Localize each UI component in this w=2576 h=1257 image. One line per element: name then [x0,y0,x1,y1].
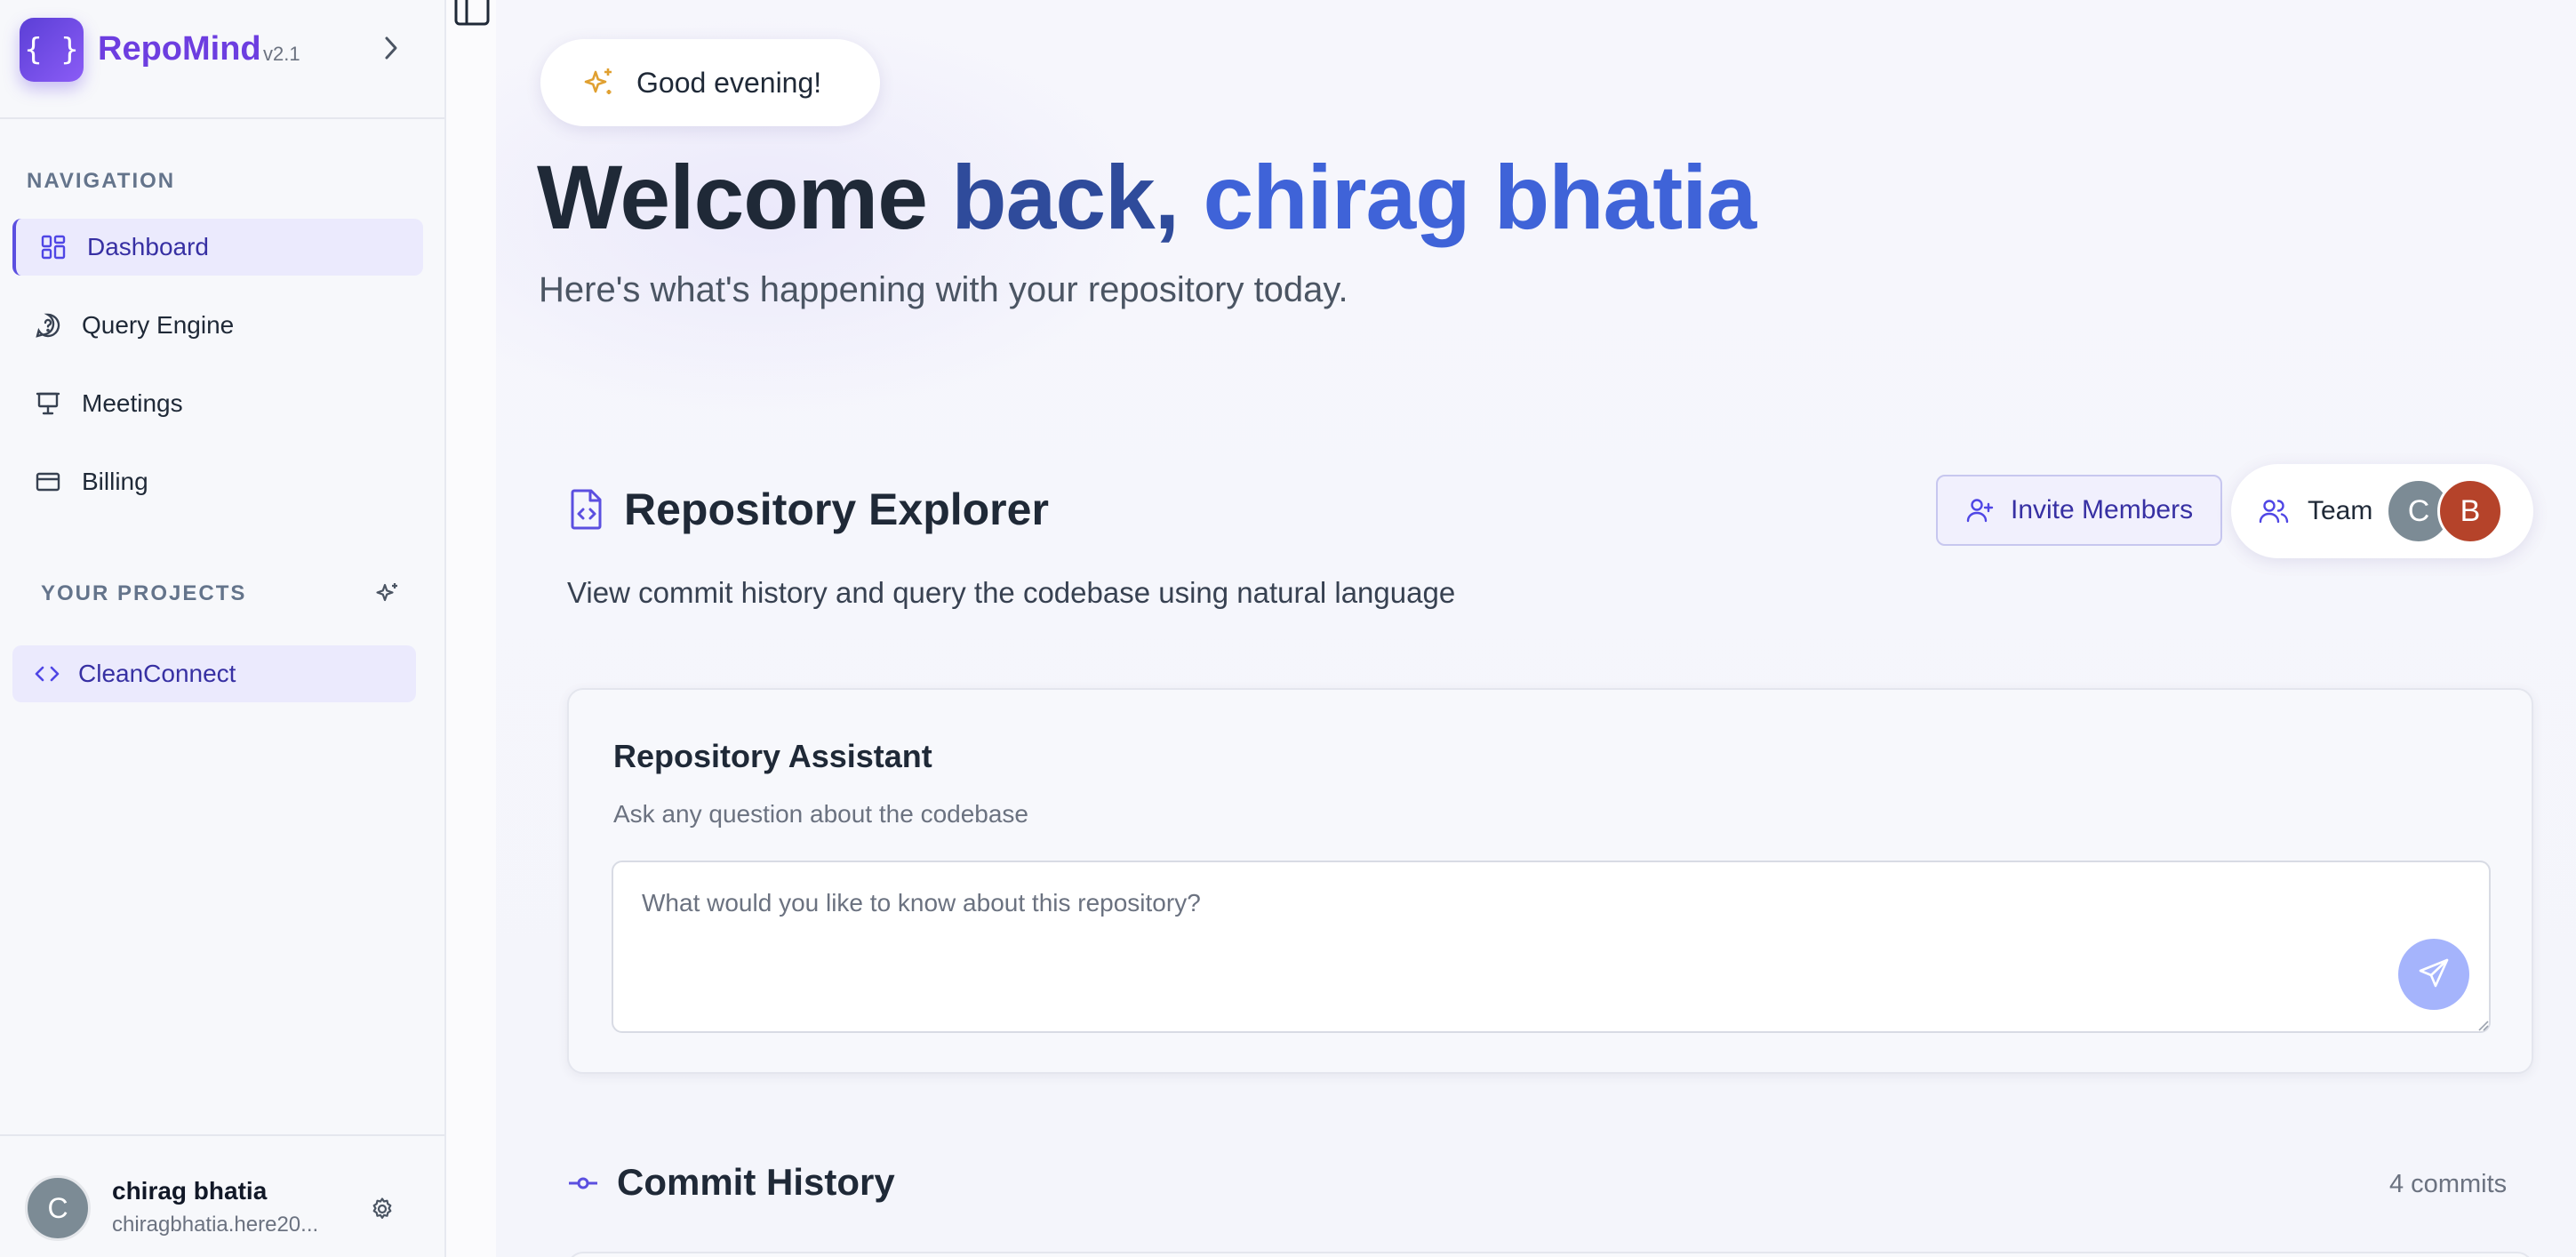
resize-handle-icon[interactable] [2476,1019,2489,1031]
brand-header: { } RepoMind v2.1 [0,0,444,119]
file-code-icon [567,487,606,532]
commit-count-badge: 4 commits [2389,1170,2508,1198]
git-commit-icon [567,1170,599,1197]
section-description: View commit history and query the codeba… [567,576,1456,609]
section-title-commit-history: Commit History [617,1161,895,1203]
page-subtitle: Here's what's happening with your reposi… [539,270,1348,309]
sidebar-item-label: Billing [82,468,148,495]
invite-members-button[interactable]: Invite Members [1936,475,2222,546]
team-label: Team [2308,496,2373,525]
welcome-prefix: Welcome [537,147,952,248]
send-icon [2417,957,2451,993]
app-version: v2.1 [263,43,300,65]
navigation-section-label: NAVIGATION [27,169,176,193]
sidebar-item-label: Query Engine [82,311,235,339]
send-button[interactable] [2398,939,2469,1010]
greeting-badge: Good evening! [540,39,880,126]
team-widget[interactable]: Team C B [2231,464,2533,558]
chevron-right-icon[interactable] [377,32,405,64]
app-logo[interactable]: { } [20,18,84,82]
sparkles-icon [580,64,617,101]
invite-members-label: Invite Members [2011,495,2194,524]
sidebar-item-billing[interactable]: Billing [12,453,423,510]
sidebar: { } RepoMind v2.1 NAVIGATION Dashboard Q… [0,0,446,1257]
welcome-middle: back, [951,147,1204,248]
sidebar-item-label: Dashboard [87,233,209,260]
question-input[interactable] [612,861,2491,1033]
sidebar-item-query-engine[interactable]: Query Engine [12,297,423,354]
sparkles-icon[interactable] [372,578,404,610]
greeting-text: Good evening! [636,66,822,99]
sidebar-toggle-icon[interactable] [453,0,491,27]
team-avatar[interactable]: B [2437,478,2503,544]
assistant-title: Repository Assistant [613,738,932,774]
credit-card-icon [32,466,64,498]
commit-list [567,1252,2533,1257]
assistant-subtitle: Ask any question about the codebase [613,800,1029,828]
sidebar-item-dashboard[interactable]: Dashboard [12,219,423,276]
gear-icon[interactable] [366,1193,398,1225]
sidebar-item-meetings[interactable]: Meetings [12,375,423,432]
chat-question-icon [32,309,64,341]
avatar[interactable]: C [25,1175,91,1241]
repository-assistant-card: Repository Assistant Ask any question ab… [567,688,2533,1074]
user-email: chiragbhatia.here20... [112,1213,319,1237]
users-icon [2258,495,2290,527]
sidebar-rail [446,0,496,1257]
dashboard-icon [37,231,69,263]
projects-section-label: YOUR PROJECTS [41,581,247,605]
section-title-repository-explorer: Repository Explorer [624,484,1049,534]
user-name: chirag bhatia [112,1177,268,1205]
app-name: RepoMind [98,30,261,68]
page-title: Welcome back, chirag bhatia [537,146,1756,250]
sidebar-item-label: Meetings [82,389,183,417]
presentation-icon [32,388,64,420]
user-plus-icon [1964,495,1995,525]
project-item-cleanconnect[interactable]: CleanConnect [12,645,416,702]
project-label: CleanConnect [78,660,236,687]
code-icon [32,659,62,689]
user-profile[interactable]: C chirag bhatia chiragbhatia.here20... [0,1134,444,1257]
welcome-user-name: chirag bhatia [1203,147,1756,248]
